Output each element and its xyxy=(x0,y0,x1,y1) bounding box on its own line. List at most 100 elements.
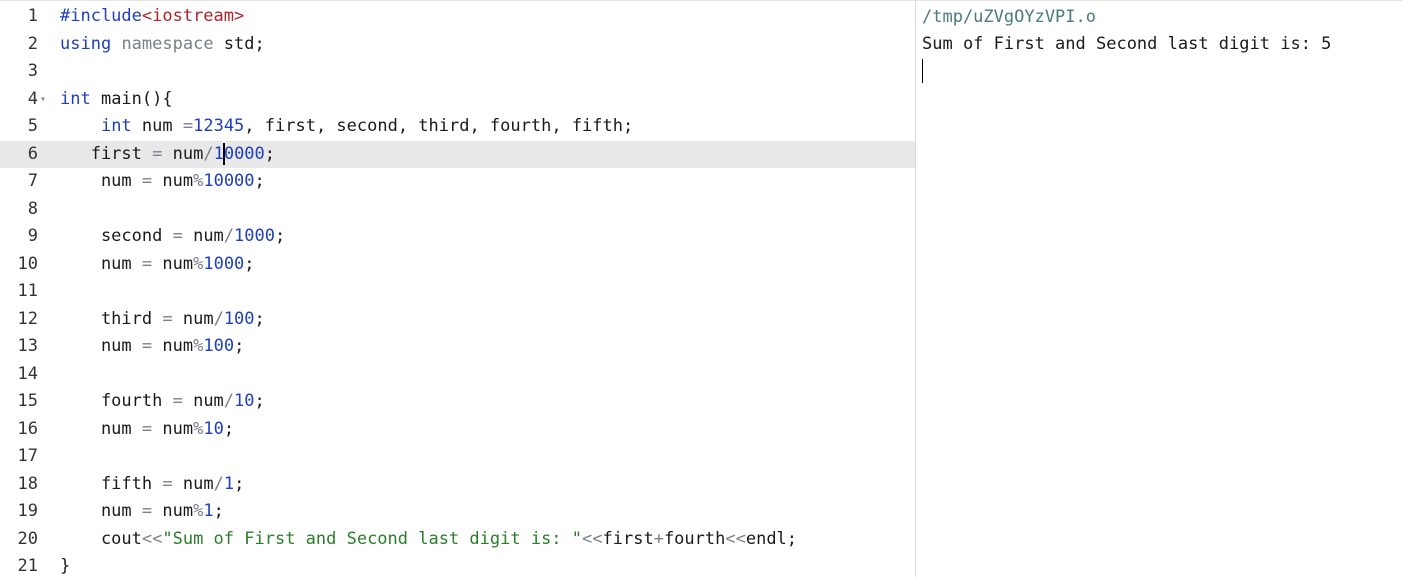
code-token: 1000 xyxy=(203,253,245,274)
code-token: num xyxy=(152,336,194,356)
code-token: 10000 xyxy=(203,171,255,191)
code-line[interactable]: 3 xyxy=(0,58,915,86)
code-text: #include<iostream> xyxy=(60,3,244,31)
line-number: 21 xyxy=(17,556,38,576)
code-token: = xyxy=(172,226,183,246)
code-token: num xyxy=(60,418,142,439)
code-line[interactable]: 21} xyxy=(0,553,915,577)
code-token: / xyxy=(223,391,235,411)
code-token: main(){ xyxy=(90,88,173,109)
code-line[interactable]: 6 first = num/10000; xyxy=(0,140,915,168)
code-token: namespace xyxy=(121,33,214,54)
code-token: num xyxy=(182,391,224,411)
code-line[interactable]: 2 using namespace std; xyxy=(0,31,915,59)
code-text: fourth = num/10; xyxy=(60,388,265,416)
code-line[interactable]: 17 xyxy=(0,443,915,471)
code-token: = xyxy=(141,253,153,274)
line-number: 2 xyxy=(27,33,38,54)
code-token: num xyxy=(131,116,183,136)
code-token: fourth xyxy=(60,391,173,411)
code-text: num = num%1000; xyxy=(60,251,255,279)
code-text: num = num%10; xyxy=(60,416,234,444)
code-token: ; xyxy=(254,391,265,411)
code-token: 10 xyxy=(203,418,224,439)
code-token: = xyxy=(162,473,173,494)
code-token: second xyxy=(60,226,173,246)
code-token: num xyxy=(182,226,224,246)
line-number: 4 xyxy=(27,88,38,109)
code-token: ; xyxy=(234,336,245,356)
code-token: std; xyxy=(213,33,265,54)
code-token: third xyxy=(60,308,163,329)
line-number: 11 xyxy=(17,281,38,301)
code-token: #include xyxy=(60,6,142,26)
code-token: ; xyxy=(223,418,235,439)
code-token: 1 xyxy=(223,473,235,494)
code-token: , first, second, third, fourth, fifth; xyxy=(244,116,634,136)
code-token: num xyxy=(152,501,194,521)
code-editor[interactable]: 1 #include<iostream> 2 using namespace std;… xyxy=(0,0,915,577)
line-number: 16 xyxy=(17,418,38,439)
code-token: num xyxy=(152,418,194,439)
code-text: int main(){ xyxy=(60,86,173,114)
line-number: 3 xyxy=(27,61,38,81)
line-number: 13 xyxy=(17,336,38,356)
code-token: int xyxy=(60,88,91,109)
code-token: = xyxy=(141,336,153,356)
code-line[interactable]: 9 second = num/1000; xyxy=(0,223,915,251)
code-token: <iostream> xyxy=(141,6,245,26)
output-cursor xyxy=(922,59,923,83)
code-token: ; xyxy=(275,226,286,246)
code-token: endl; xyxy=(745,528,798,549)
code-token: ; xyxy=(264,143,276,164)
code-token: % xyxy=(193,418,204,439)
code-line[interactable]: 1 #include<iostream> xyxy=(0,3,915,31)
code-token: } xyxy=(60,556,71,576)
fold-arrow-icon[interactable]: ▾ xyxy=(40,86,46,114)
output-console[interactable]: /tmp/uZVgOYzVPI.o Sum of First and Secon… xyxy=(916,0,1402,577)
output-text: Sum of First and Second last digit is: 5 xyxy=(922,34,1332,54)
line-number: 10 xyxy=(17,253,38,274)
code-text: fifth = num/1; xyxy=(60,471,244,499)
line-number: 1 xyxy=(27,6,38,26)
line-number: 15 xyxy=(17,391,38,411)
code-line[interactable]: 20 cout<<"Sum of First and Second last d… xyxy=(0,526,915,554)
code-token: + xyxy=(653,528,664,549)
code-token: 0000 xyxy=(223,143,265,164)
code-line[interactable]: 11 xyxy=(0,278,915,306)
code-token: = xyxy=(141,501,153,521)
code-token: = xyxy=(141,171,153,191)
line-number: 5 xyxy=(27,116,38,136)
code-token: num xyxy=(152,253,194,274)
code-token: = xyxy=(141,418,153,439)
code-token: num xyxy=(60,501,142,521)
code-token: num xyxy=(60,253,142,274)
line-number: 17 xyxy=(17,446,38,466)
code-line[interactable]: 13 num = num%100; xyxy=(0,333,915,361)
code-line[interactable]: 18 fifth = num/1; xyxy=(0,471,915,499)
code-text: using namespace std; xyxy=(60,31,265,59)
code-token: % xyxy=(193,336,204,356)
line-number: 8 xyxy=(27,198,38,219)
code-token: % xyxy=(193,501,204,521)
line-number: 19 xyxy=(17,501,38,521)
code-line[interactable]: 14 xyxy=(0,361,915,389)
code-line[interactable]: 15 fourth = num/10; xyxy=(0,388,915,416)
code-line[interactable]: 10 num = num%1000; xyxy=(0,251,915,279)
code-token: << xyxy=(725,528,746,549)
code-line[interactable]: 19 num = num%1; xyxy=(0,498,915,526)
code-line[interactable]: 7 num = num%10000; xyxy=(0,168,915,196)
code-line[interactable]: 16 num = num%10; xyxy=(0,416,915,444)
code-token: = xyxy=(162,308,173,329)
code-token: num xyxy=(60,171,142,191)
code-token: 100 xyxy=(203,336,235,356)
output-file-path: /tmp/uZVgOYzVPI.o xyxy=(922,7,1096,27)
code-line[interactable]: 8 xyxy=(0,196,915,224)
code-line[interactable]: 12 third = num/100; xyxy=(0,306,915,334)
code-line[interactable]: 5 int num =12345, first, second, third, … xyxy=(0,113,915,141)
code-token: first xyxy=(60,143,153,164)
code-text: num = num%100; xyxy=(60,333,244,361)
code-line[interactable]: 4 ▾ int main(){ xyxy=(0,86,915,114)
